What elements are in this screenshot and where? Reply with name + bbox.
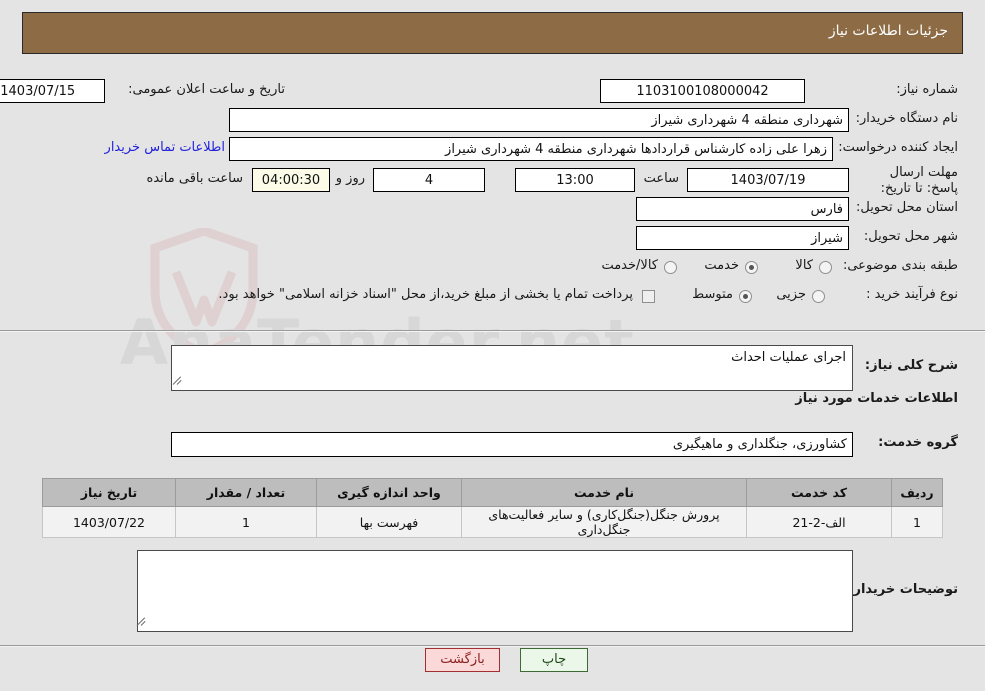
radio-category-khedmat[interactable] [745,261,758,274]
request-creator-value: زهرا علی زاده کارشناس قراردادها شهرداری … [229,137,833,161]
treasury-bonds-checkbox[interactable] [642,290,655,303]
need-number-label: شماره نیاز: [896,82,958,97]
services-table: ردیف کد خدمت نام خدمت واحد اندازه گیری ت… [42,478,943,538]
page-title: جزئیات اطلاعات نیاز [828,23,948,39]
th-unit: واحد اندازه گیری [316,478,462,507]
services-section-heading: اطلاعات خدمات مورد نیاز [795,391,958,406]
announce-datetime-value: 1403/07/15 - 08:22 [0,79,105,103]
buyer-org-label: نام دستگاه خریدار: [855,111,958,126]
delivery-city-value: شیراز [636,226,849,250]
cell-qty: 1 [175,506,317,538]
radio-category-kala-khedmat[interactable] [664,261,677,274]
deadline-hour-label: ساعت [643,171,679,186]
th-name: نام خدمت [461,478,747,507]
announce-datetime-label: تاریخ و ساعت اعلان عمومی: [128,82,285,97]
deadline-label: مهلت ارسال پاسخ: تا تاریخ: [880,165,958,196]
delivery-city-label: شهر محل تحویل: [863,229,958,244]
delivery-province-label: استان محل تحویل: [856,200,958,215]
deadline-time-value: 13:00 [515,168,635,192]
window-title-bar: جزئیات اطلاعات نیاز [22,12,963,54]
request-creator-label: ایجاد کننده درخواست: [838,140,958,155]
cell-date: 1403/07/22 [42,506,176,538]
delivery-province-value: فارس [636,197,849,221]
buyer-org-value: شهرداری منطقه 4 شهرداری شیراز [229,108,849,132]
process-label: نوع فرآیند خرید : [866,287,958,302]
th-code: کد خدمت [746,478,892,507]
th-qty: تعداد / مقدار [175,478,317,507]
countdown-label: ساعت باقی مانده [146,171,243,186]
category-label: طبقه بندی موضوعی: [842,258,958,273]
radio-category-kala-khedmat-label: کالا/خدمت [601,258,658,273]
page-root: AnaTender.net جزئیات اطلاعات نیاز شماره … [0,0,985,691]
remaining-days-value: 4 [373,168,485,192]
divider-top [0,330,985,332]
service-group-value: کشاورزی، جنگلداری و ماهیگیری [171,432,853,457]
back-button[interactable]: بازگشت [425,648,500,672]
cell-unit: فهرست بها [316,506,462,538]
need-description-textarea[interactable]: اجرای عملیات احداث [171,345,853,391]
print-button[interactable]: چاپ [520,648,588,672]
radio-process-motevaset-label: متوسط [692,287,733,302]
radio-category-kala[interactable] [819,261,832,274]
radio-process-jozi[interactable] [812,290,825,303]
buyer-contact-link[interactable]: اطلاعات تماس خریدار [105,140,225,155]
radio-category-kala-label: کالا [795,258,813,273]
buyer-notes-label: توضیحات خریدار: [848,582,958,597]
th-date: تاریخ نیاز [42,478,176,507]
remaining-days-label: روز و [335,171,365,186]
table-header-row: ردیف کد خدمت نام خدمت واحد اندازه گیری ت… [42,478,943,507]
cell-row: 1 [891,506,943,538]
buyer-notes-textarea[interactable] [137,550,853,632]
deadline-date-value: 1403/07/19 [687,168,849,192]
need-description-label: شرح کلی نیاز: [864,358,958,373]
treasury-bonds-text: پرداخت تمام یا بخشی از مبلغ خرید،از محل … [218,287,633,302]
radio-category-khedmat-label: خدمت [704,258,739,273]
radio-process-jozi-label: جزیی [776,287,806,302]
divider-bottom [0,645,985,647]
cell-name: پرورش جنگل(جنگل‌کاری) و سایر فعالیت‌های … [461,506,747,538]
th-row: ردیف [891,478,943,507]
need-number-value: 1103100108000042 [600,79,805,103]
countdown-value: 04:00:30 [252,168,330,192]
table-row: 1 الف-2-21 پرورش جنگل(جنگل‌کاری) و سایر … [42,506,943,538]
radio-process-motevaset[interactable] [739,290,752,303]
service-group-label: گروه خدمت: [878,435,958,450]
cell-code: الف-2-21 [746,506,892,538]
